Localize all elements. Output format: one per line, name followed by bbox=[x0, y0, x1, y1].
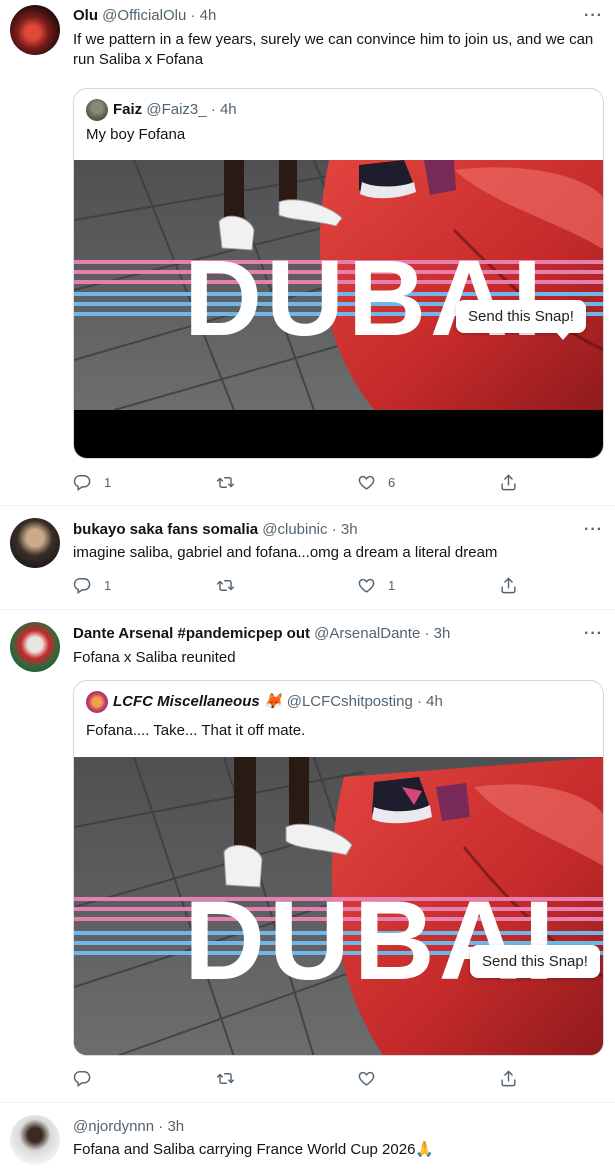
share-button[interactable] bbox=[499, 1069, 518, 1088]
quote-media-image[interactable]: DUBAI Send this Snap! bbox=[74, 757, 603, 1055]
display-name[interactable]: bukayo saka fans somalia bbox=[73, 521, 258, 538]
user-handle[interactable]: @OfficialOlu bbox=[102, 7, 186, 24]
quote-avatar bbox=[86, 99, 108, 121]
retweet-button[interactable] bbox=[216, 576, 235, 595]
timestamp[interactable]: · 3h bbox=[332, 521, 358, 538]
quote-header: Faiz @Faiz3_ · 4h bbox=[86, 99, 237, 121]
avatar[interactable] bbox=[10, 518, 60, 568]
share-button[interactable] bbox=[499, 473, 518, 492]
like-button[interactable] bbox=[357, 1069, 376, 1088]
retweet-button[interactable] bbox=[216, 473, 235, 492]
reply-icon bbox=[73, 1069, 92, 1088]
user-handle[interactable]: @clubinic bbox=[262, 521, 327, 538]
retweet-icon bbox=[216, 1069, 235, 1088]
reply-count: 1 bbox=[104, 578, 112, 593]
snap-cta-button[interactable]: Send this Snap! bbox=[470, 945, 600, 978]
share-button[interactable] bbox=[499, 576, 518, 595]
timestamp[interactable]: · 3h bbox=[424, 625, 450, 642]
reply-button[interactable] bbox=[73, 1069, 92, 1088]
tweet-text: If we pattern in a few years, surely we … bbox=[73, 31, 594, 68]
tweet-header: @njordynnn · 3h bbox=[73, 1117, 184, 1137]
quote-text: My boy Fofana bbox=[86, 126, 186, 143]
display-name[interactable]: Olu bbox=[73, 7, 98, 24]
quote-timestamp: · 4h bbox=[417, 693, 443, 710]
like-icon bbox=[357, 1069, 376, 1088]
retweet-icon bbox=[216, 576, 235, 595]
snap-cta-label: Send this Snap! bbox=[468, 308, 574, 325]
tweet[interactable]: @njordynnn · 3h Fofana and Saliba carryi… bbox=[0, 1103, 615, 1171]
quote-handle: @Faiz3_ bbox=[146, 101, 207, 118]
avatar[interactable] bbox=[10, 1115, 60, 1165]
quote-tweet[interactable]: Faiz @Faiz3_ · 4h My boy Fofana DUBAI Se… bbox=[73, 88, 604, 459]
retweet-button[interactable] bbox=[216, 1069, 235, 1088]
snap-image: DUBAI bbox=[74, 757, 603, 1055]
avatar[interactable] bbox=[10, 622, 60, 672]
quote-text: Fofana.... Take... That it off mate. bbox=[86, 722, 306, 739]
reply-button[interactable]: 1 bbox=[73, 473, 111, 492]
tweet[interactable]: Olu @OfficialOlu · 4h ··· If we pattern … bbox=[0, 0, 615, 506]
share-icon bbox=[499, 473, 518, 492]
quote-header: LCFC Miscellaneous 🦊 @LCFCshitposting · … bbox=[86, 691, 443, 713]
tweet[interactable]: Dante Arsenal #pandemicpep out @ArsenalD… bbox=[0, 610, 615, 1103]
quote-display-name: LCFC Miscellaneous 🦊 bbox=[113, 693, 283, 710]
action-bar: 1 6 bbox=[73, 473, 533, 493]
tweet-text: imagine saliba, gabriel and fofana...omg… bbox=[73, 544, 498, 561]
tweet-text: Fofana x Saliba reunited bbox=[73, 649, 236, 666]
quote-media-image[interactable]: DUBAI Send this Snap! bbox=[74, 160, 603, 458]
like-count: 6 bbox=[388, 475, 396, 490]
tweet-header: Dante Arsenal #pandemicpep out @ArsenalD… bbox=[73, 624, 450, 644]
more-icon[interactable]: ··· bbox=[584, 626, 603, 642]
tweet-header: bukayo saka fans somalia @clubinic · 3h bbox=[73, 520, 358, 540]
more-icon[interactable]: ··· bbox=[584, 8, 603, 24]
like-icon bbox=[357, 576, 376, 595]
share-icon bbox=[499, 1069, 518, 1088]
action-bar: 1 1 bbox=[73, 576, 533, 596]
timestamp[interactable]: · 4h bbox=[190, 7, 216, 24]
snap-title: DUBAI bbox=[184, 878, 559, 1003]
reply-button[interactable]: 1 bbox=[73, 576, 111, 595]
tweet-header: Olu @OfficialOlu · 4h bbox=[73, 6, 216, 26]
action-bar bbox=[73, 1069, 533, 1089]
pill-tail bbox=[555, 332, 570, 340]
like-button[interactable]: 1 bbox=[357, 576, 395, 595]
like-count: 1 bbox=[388, 578, 396, 593]
quote-tweet[interactable]: LCFC Miscellaneous 🦊 @LCFCshitposting · … bbox=[73, 680, 604, 1056]
user-handle[interactable]: @ArsenalDante bbox=[314, 625, 420, 642]
user-handle[interactable]: @njordynnn bbox=[73, 1118, 154, 1135]
snap-cta-button[interactable]: Send this Snap! bbox=[456, 300, 586, 340]
tweet[interactable]: bukayo saka fans somalia @clubinic · 3h … bbox=[0, 506, 615, 610]
timestamp[interactable]: · 3h bbox=[158, 1118, 184, 1135]
quote-display-name: Faiz bbox=[113, 101, 143, 118]
retweet-icon bbox=[216, 473, 235, 492]
like-button[interactable]: 6 bbox=[357, 473, 395, 492]
share-icon bbox=[499, 576, 518, 595]
tweet-text: Fofana and Saliba carrying France World … bbox=[73, 1141, 435, 1158]
more-icon[interactable]: ··· bbox=[584, 522, 603, 538]
quote-timestamp: · 4h bbox=[210, 101, 237, 118]
snap-cta-label: Send this Snap! bbox=[482, 953, 588, 970]
reply-count: 1 bbox=[104, 475, 112, 490]
avatar[interactable] bbox=[10, 5, 60, 55]
quote-avatar bbox=[86, 691, 108, 713]
reply-icon bbox=[73, 576, 92, 595]
display-name[interactable]: Dante Arsenal #pandemicpep out bbox=[73, 625, 310, 642]
like-icon bbox=[357, 473, 376, 492]
quote-handle: @LCFCshitposting bbox=[286, 693, 413, 710]
snap-image: DUBAI bbox=[74, 160, 603, 411]
snap-title: DUBAI bbox=[184, 237, 546, 358]
reply-icon bbox=[73, 473, 92, 492]
